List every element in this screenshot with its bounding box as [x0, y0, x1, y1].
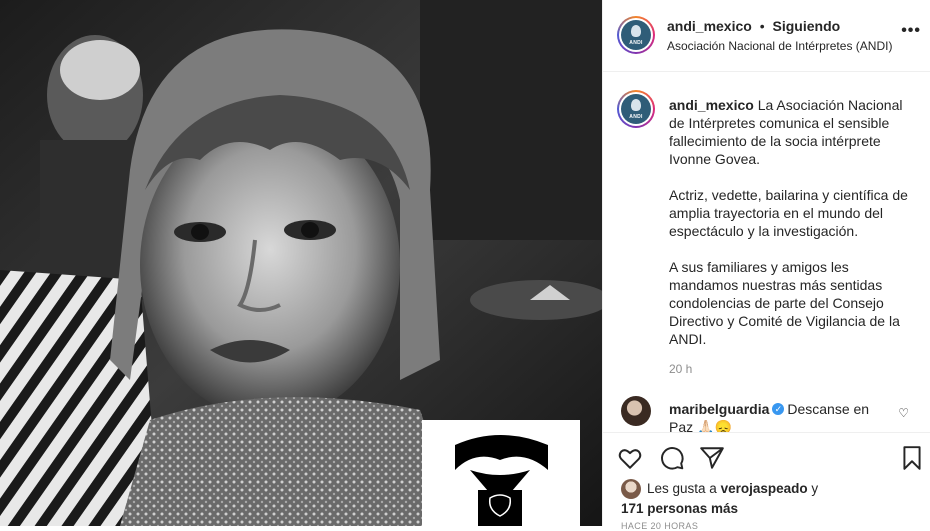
comment-like-icon[interactable]: ♡ — [898, 406, 909, 420]
comment-item: maribelguardia ✓ Descanse en Paz 🙏🏻😞 ♡ — [603, 396, 930, 436]
like-heart-icon[interactable] — [617, 445, 643, 471]
likes-count-link[interactable]: 171 personas más — [621, 501, 738, 516]
commenter-avatar[interactable] — [621, 396, 651, 426]
comment-bubble-icon[interactable] — [659, 445, 685, 471]
save-bookmark-icon[interactable] — [899, 445, 925, 471]
verified-badge-icon: ✓ — [772, 403, 785, 416]
comment-text-row: maribelguardia ✓ Descanse en Paz 🙏🏻😞 — [669, 400, 889, 436]
header-title-row: andi_mexico • Siguiendo — [667, 18, 840, 34]
caption-paragraph-3: A sus familiares y amigos les mandamos n… — [669, 259, 900, 347]
separator-dot: • — [759, 18, 765, 34]
location-link[interactable]: Asociación Nacional de Intérpretes (ANDI… — [667, 39, 892, 53]
caption-text: andi_mexico La Asociación Nacional de In… — [669, 96, 919, 366]
likes-and: y — [811, 481, 819, 496]
author-username-link[interactable]: andi_mexico — [667, 18, 752, 34]
share-direct-icon[interactable] — [699, 445, 725, 471]
following-button[interactable]: Siguiendo — [773, 18, 841, 34]
author-avatar[interactable]: ANDI — [617, 16, 655, 54]
post-date: HACE 20 HORAS — [621, 521, 699, 531]
post-header: ANDI andi_mexico • Siguiendo Asociación … — [603, 0, 930, 72]
post-side-panel: ANDI andi_mexico • Siguiendo Asociación … — [602, 0, 930, 531]
commenter-username-link[interactable]: maribelguardia — [669, 401, 769, 417]
caption-paragraph-2: Actriz, vedette, bailarina y científica … — [669, 187, 908, 239]
caption-author-avatar[interactable]: ANDI — [617, 90, 655, 128]
photo-illustration — [0, 0, 602, 526]
likes-prefix: Les gusta a — [647, 481, 717, 496]
likes-summary: Les gusta a verojaspeado y 171 personas … — [621, 479, 921, 518]
caption-timestamp[interactable]: 20 h — [669, 362, 692, 376]
post-actions: Les gusta a verojaspeado y 171 personas … — [603, 432, 930, 531]
liker-username-link[interactable]: verojaspeado — [721, 481, 808, 496]
caption-username-link[interactable]: andi_mexico — [669, 97, 754, 113]
more-options-icon[interactable]: ••• — [901, 22, 921, 40]
liker-avatar[interactable] — [621, 479, 641, 500]
post-photo[interactable] — [0, 0, 602, 526]
